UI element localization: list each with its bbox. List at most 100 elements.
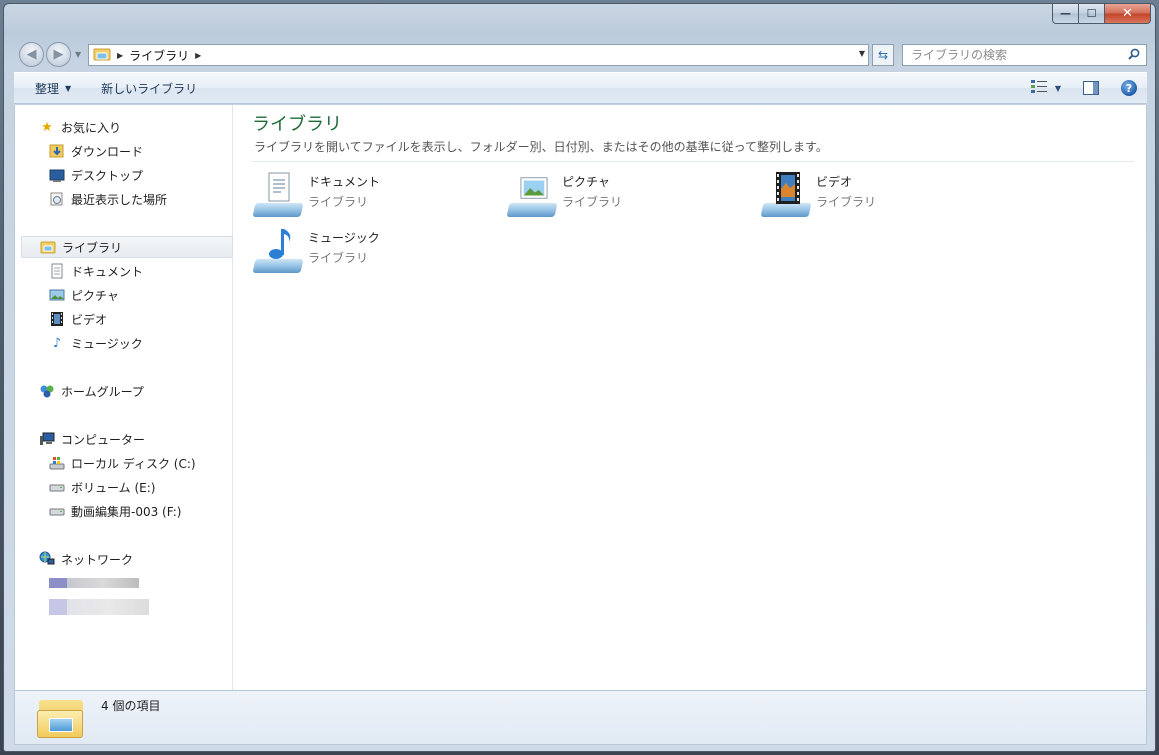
sidebar-item-network[interactable]: ネットワーク (39, 548, 133, 570)
new-library-button[interactable]: 新しいライブラリ (101, 80, 197, 97)
organize-button[interactable]: 整理 ▼ (35, 80, 71, 97)
tile-name: ビデオ (816, 175, 853, 189)
sidebar-item-volume-e[interactable]: ボリューム (E:) (49, 476, 155, 498)
search-input[interactable] (911, 46, 1128, 64)
tile-music[interactable]: ミュージック ライブラリ (252, 227, 380, 277)
sidebar-item-documents[interactable]: ドキュメント (49, 260, 143, 282)
downloads-folder-icon (49, 143, 65, 159)
picture-icon (49, 287, 65, 303)
tile-name: ミュージック (308, 231, 380, 245)
recent-places-icon (49, 191, 65, 207)
homegroup-icon (39, 383, 55, 399)
search-icon[interactable] (1128, 48, 1146, 63)
sidebar-item-label: お気に入り (61, 120, 122, 135)
network-computer-redacted[interactable] (49, 578, 139, 588)
sidebar-item-label: 動画編集用-003 (F:) (71, 504, 182, 519)
view-options-icon (1030, 79, 1047, 97)
sidebar-item-computer[interactable]: コンピューター (39, 428, 145, 450)
content-pane[interactable]: ライブラリ ライブラリを開いてファイルを表示し、フォルダー別、日付別、またはその… (234, 105, 1146, 690)
close-icon: ✕ (1122, 6, 1133, 21)
change-view-button[interactable]: ▼ (1030, 79, 1061, 97)
sidebar-item-label: コンピューター (61, 432, 146, 447)
tile-documents[interactable]: ドキュメント ライブラリ (252, 171, 381, 221)
sidebar-item-label: ミュージック (71, 336, 143, 351)
tile-videos[interactable]: ビデオ ライブラリ (760, 171, 876, 221)
star-icon: ★ (41, 119, 53, 135)
film-icon (49, 311, 65, 327)
sidebar-item-label: ローカル ディスク (C:) (71, 456, 196, 471)
chevron-down-icon: ▼ (1054, 83, 1061, 93)
help-icon: ? (1125, 81, 1133, 95)
pictures-library-icon (506, 171, 558, 221)
refresh-button[interactable]: ⇆ (872, 44, 894, 66)
sidebar-item-recent-places[interactable]: 最近表示した場所 (49, 188, 167, 210)
sidebar-item-label: ホームグループ (61, 384, 144, 399)
caption-buttons: — ☐ ✕ (1052, 4, 1151, 24)
page-title: ライブラリ (252, 114, 342, 135)
navigation-pane[interactable]: ★ お気に入り ダウンロード デスクトップ 最近表示した場所 ライブラリ ドキュ… (15, 105, 233, 690)
tile-type: ライブラリ (816, 195, 877, 209)
forward-arrow-icon: ▶ (53, 47, 64, 62)
tile-type: ライブラリ (308, 251, 369, 265)
system-drive-icon (49, 455, 65, 471)
forward-button[interactable]: ▶ (46, 42, 71, 67)
tile-pictures[interactable]: ピクチャ ライブラリ (506, 171, 622, 221)
search-box (902, 44, 1147, 66)
minimize-button[interactable]: — (1052, 4, 1079, 24)
sidebar-item-label: ドキュメント (71, 264, 144, 279)
back-button[interactable]: ◀ (19, 42, 44, 67)
drive-icon (49, 503, 65, 519)
sidebar-item-libraries[interactable]: ライブラリ (21, 236, 233, 258)
address-bar[interactable]: ▶ ライブラリ ▶ ▼ (88, 44, 869, 66)
tile-type: ライブラリ (308, 195, 369, 209)
computer-icon (39, 431, 55, 447)
maximize-icon: ☐ (1086, 7, 1097, 20)
organize-label: 整理 (35, 81, 60, 96)
breadcrumb-separator-icon[interactable]: ▶ (117, 51, 123, 60)
library-folder-icon (37, 696, 85, 740)
network-computer-redacted[interactable] (49, 599, 149, 615)
maximize-button[interactable]: ☐ (1079, 4, 1105, 24)
sidebar-item-label: ビデオ (71, 312, 108, 327)
details-pane: 4 個の項目 (14, 690, 1147, 745)
chevron-down-icon: ▼ (75, 50, 82, 59)
sidebar-item-label: ピクチャ (71, 288, 119, 303)
title-bar[interactable]: — ☐ ✕ (4, 4, 1155, 36)
recent-pages-dropdown[interactable]: ▼ (75, 50, 81, 59)
sidebar-item-homegroup[interactable]: ホームグループ (39, 380, 144, 402)
breadcrumb-separator-icon[interactable]: ▶ (195, 51, 201, 60)
sidebar-item-local-disk-c[interactable]: ローカル ディスク (C:) (49, 452, 196, 474)
sidebar-item-label: ライブラリ (62, 240, 123, 255)
tile-name: ドキュメント (308, 175, 381, 189)
sidebar-item-downloads[interactable]: ダウンロード (49, 140, 143, 162)
breadcrumb-libraries[interactable]: ライブラリ (129, 47, 189, 64)
library-folder-icon (40, 239, 56, 255)
tile-text: ビデオ ライブラリ (816, 171, 876, 221)
sidebar-item-music[interactable]: ♪ ミュージック (49, 332, 143, 354)
help-button[interactable]: ? (1121, 80, 1137, 96)
sidebar-item-label: 最近表示した場所 (71, 192, 168, 207)
sidebar-item-drive-f[interactable]: 動画編集用-003 (F:) (49, 500, 181, 522)
library-folder-icon (93, 46, 111, 65)
sidebar-item-videos[interactable]: ビデオ (49, 308, 107, 330)
refresh-icon: ⇆ (877, 48, 889, 62)
sidebar-item-pictures[interactable]: ピクチャ (49, 284, 119, 306)
chevron-down-icon: ▼ (65, 83, 72, 93)
command-bar: 整理 ▼ 新しいライブラリ ▼ ? (14, 72, 1147, 104)
sidebar-item-favorites[interactable]: ★ お気に入り (39, 116, 121, 138)
desktop-icon (49, 167, 65, 183)
document-icon (49, 263, 65, 279)
page-description: ライブラリを開いてファイルを表示し、フォルダー別、日付別、またはその他の基準に従… (254, 140, 828, 154)
explorer-window: — ☐ ✕ ◀ ▶ ▼ ▶ ライブラリ ▶ ▼ ⇆ 整理 ▼ (3, 3, 1156, 752)
sidebar-item-label: ボリューム (E:) (71, 480, 156, 495)
tile-text: ピクチャ ライブラリ (562, 171, 622, 221)
preview-pane-button[interactable] (1083, 81, 1099, 95)
minimize-icon: — (1060, 7, 1071, 20)
divider (252, 161, 1134, 162)
close-button[interactable]: ✕ (1105, 4, 1151, 24)
videos-library-icon (760, 171, 812, 221)
drive-icon (49, 479, 65, 495)
address-dropdown-button[interactable]: ▼ (859, 49, 865, 58)
sidebar-item-desktop[interactable]: デスクトップ (49, 164, 143, 186)
command-bar-right: ▼ ? (1030, 79, 1137, 97)
